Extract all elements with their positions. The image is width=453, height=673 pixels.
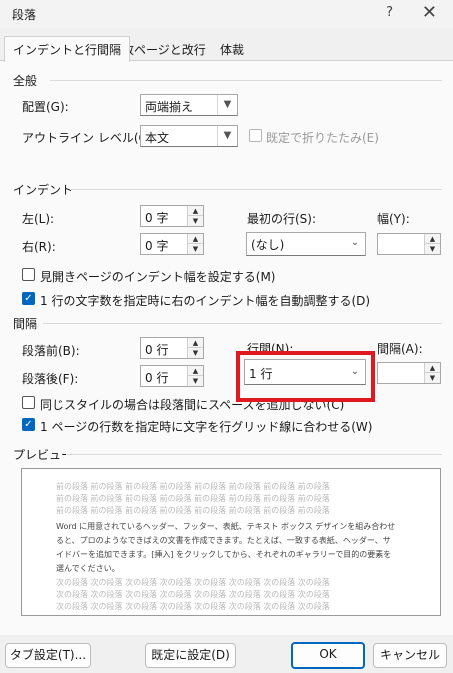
- auto-adjust-checkbox[interactable]: ✓: [22, 292, 35, 305]
- auto-adjust-label: 1 行の文字数を指定時に右のインデント幅を自動調整する(D): [40, 294, 371, 308]
- indent-left-spinner[interactable]: 0 字 ▲ ▼: [140, 205, 204, 227]
- first-line-select[interactable]: (なし) ⌄: [246, 232, 366, 256]
- preview-previous-line: 前の段落 前の段落 前の段落 前の段落 前の段落 前の段落 前の段落 前の段落: [56, 494, 330, 503]
- tabs-button[interactable]: タブ設定(T)...: [5, 643, 91, 668]
- spin-up-icon[interactable]: ▲: [424, 234, 440, 244]
- alignment-value: 両端揃え: [145, 100, 194, 114]
- tab-asian-typography[interactable]: 体裁: [211, 36, 253, 61]
- alignment-label: 配置(G):: [22, 100, 69, 114]
- highlight-annotation: [236, 351, 375, 402]
- spin-down-icon[interactable]: ▼: [187, 244, 203, 254]
- chevron-down-icon: ⌄: [350, 237, 360, 248]
- space-after-spinner[interactable]: 0 行 ▲ ▼: [140, 365, 204, 387]
- spin-down-icon[interactable]: ▼: [424, 373, 440, 383]
- snap-to-grid-checkbox[interactable]: ✓: [22, 418, 35, 431]
- mirror-indents-checkbox[interactable]: [22, 268, 35, 281]
- spin-down-icon[interactable]: ▼: [424, 244, 440, 254]
- section-general-heading: 全般: [13, 74, 38, 88]
- outline-level-label: アウトライン レベル(O):: [22, 131, 157, 145]
- divider: [43, 323, 442, 324]
- preview-sample-line: イドバーを追加できます。[挿入] をクリックしてから、それぞれのギャラリーで目的…: [56, 550, 392, 559]
- indent-left-value: 0 字: [145, 211, 169, 225]
- space-before-value: 0 行: [145, 343, 169, 357]
- spin-up-icon[interactable]: ▲: [424, 363, 440, 373]
- tab-label: 体裁: [220, 43, 245, 57]
- tab-label: インデントと行間隔: [13, 43, 122, 57]
- collapse-label: 既定で折りたたみ(E): [266, 131, 379, 145]
- outline-level-select[interactable]: 本文 ▼: [140, 125, 238, 147]
- collapse-checkbox[interactable]: [249, 129, 262, 142]
- space-after-value: 0 行: [145, 371, 169, 385]
- spin-down-icon[interactable]: ▼: [187, 216, 203, 226]
- chevron-down-icon: ▼: [217, 95, 237, 115]
- cancel-label: キャンセル: [379, 648, 440, 662]
- first-line-value: (なし): [251, 238, 285, 252]
- preview-previous-line: 前の段落 前の段落 前の段落 前の段落 前の段落 前の段落 前の段落 前の段落: [56, 482, 330, 491]
- space-before-label: 段落前(B):: [22, 344, 80, 358]
- preview-previous-line: 前の段落 前の段落 前の段落 前の段落 前の段落 前の段落 前の段落 前の段落: [56, 506, 330, 515]
- mirror-indents-label: 見開きページのインデント幅を設定する(M): [40, 270, 276, 284]
- spin-up-icon[interactable]: ▲: [187, 206, 203, 216]
- indent-right-value: 0 字: [145, 239, 169, 253]
- set-as-default-label: 既定に設定(D): [151, 648, 230, 662]
- divider: [70, 189, 442, 190]
- cancel-button[interactable]: キャンセル: [373, 643, 447, 668]
- alignment-select[interactable]: 両端揃え ▼: [140, 94, 238, 116]
- first-line-label: 最初の行(S):: [247, 212, 317, 226]
- spin-up-icon[interactable]: ▲: [187, 234, 203, 244]
- section-preview-heading: プレビュー: [13, 448, 74, 462]
- tab-strip: インデントと行間隔 改ページと改行 体裁: [0, 36, 453, 62]
- tab-label: 改ページと改行: [122, 43, 206, 57]
- line-spacing-at-spinner[interactable]: ▲ ▼: [377, 362, 441, 384]
- ok-label: OK: [319, 647, 337, 661]
- help-button[interactable]: ?: [386, 5, 393, 20]
- divider: [66, 454, 442, 455]
- preview-box: 前の段落 前の段落 前の段落 前の段落 前の段落 前の段落 前の段落 前の段落 …: [21, 468, 441, 616]
- indent-width-spinner[interactable]: ▲ ▼: [377, 233, 441, 255]
- snap-to-grid-label: 1 ページの行数を指定時に文字を行グリッド線に合わせる(W): [40, 420, 373, 434]
- set-as-default-button[interactable]: 既定に設定(D): [145, 643, 236, 668]
- chevron-down-icon: ▼: [217, 126, 237, 146]
- ok-button[interactable]: OK: [291, 642, 365, 669]
- indent-right-label: 右(R):: [22, 240, 56, 254]
- outline-level-value: 本文: [145, 131, 170, 145]
- preview-sample-line: ると、プロのようなできばえの文書を作成できます。たとえば、一致する表紙、ヘッダー…: [56, 536, 391, 545]
- spin-up-icon[interactable]: ▲: [187, 338, 203, 348]
- preview-next-line: 次の段落 次の段落 次の段落 次の段落 次の段落 次の段落 次の段落 次の段落: [56, 602, 330, 611]
- spin-down-icon[interactable]: ▼: [187, 376, 203, 386]
- tab-indent-spacing[interactable]: インデントと行間隔: [4, 36, 131, 62]
- preview-next-line: 次の段落 次の段落 次の段落 次の段落 次の段落 次の段落 次の段落 次の段落: [56, 590, 330, 599]
- preview-sample-line: Word に用意されているヘッダー、フッター、表紙、テキスト ボックス デザイン…: [56, 522, 396, 531]
- space-before-spinner[interactable]: 0 行 ▲ ▼: [140, 337, 204, 359]
- preview-next-line: 次の段落 次の段落 次の段落 次の段落 次の段落 次の段落 次の段落 次の段落: [56, 578, 330, 587]
- spin-up-icon[interactable]: ▲: [187, 366, 203, 376]
- no-space-same-style-checkbox[interactable]: [22, 396, 35, 409]
- indent-right-spinner[interactable]: 0 字 ▲ ▼: [140, 233, 204, 255]
- spin-down-icon[interactable]: ▼: [187, 348, 203, 358]
- dialog-title: 段落: [12, 8, 37, 22]
- close-icon[interactable]: ✕: [422, 2, 437, 23]
- width-label: 幅(Y):: [377, 212, 410, 226]
- indent-left-label: 左(L):: [22, 212, 55, 226]
- space-after-label: 段落後(F):: [22, 372, 79, 386]
- section-spacing-heading: 間隔: [13, 317, 38, 331]
- tabs-button-label: タブ設定(T)...: [9, 648, 87, 662]
- divider: [50, 80, 442, 81]
- title-bar: 段落 ? ✕: [0, 0, 453, 28]
- at-label: 間隔(A):: [377, 342, 423, 356]
- section-indent-heading: インデント: [13, 183, 74, 197]
- preview-sample-line: 選んでください。: [56, 564, 120, 573]
